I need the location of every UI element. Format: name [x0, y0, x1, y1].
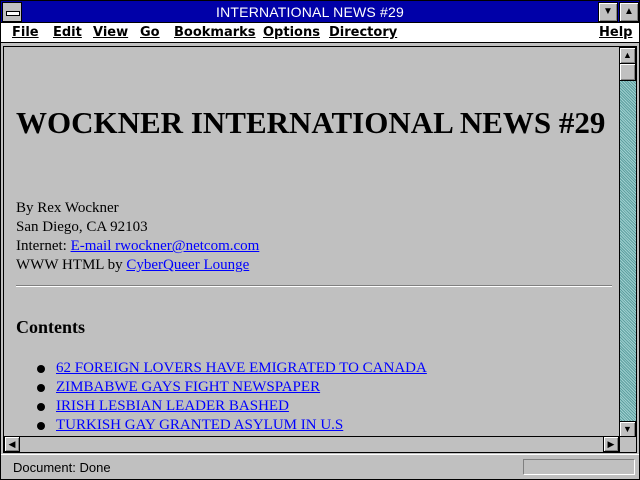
menu-help-label: Help	[599, 25, 633, 40]
vertical-scroll-thumb[interactable]	[619, 63, 636, 81]
internet-label: Internet:	[16, 238, 67, 254]
list-item: TURKISH GAY GRANTED ASYLUM IN U.S	[34, 416, 427, 435]
byline: By Rex Wockner San Diego, CA 92103 Inter…	[16, 199, 259, 275]
contents-link-1[interactable]: 62 FOREIGN LOVERS HAVE EMIGRATED TO CANA…	[56, 360, 427, 376]
divider	[16, 285, 612, 287]
menu-help[interactable]: Help	[599, 24, 632, 42]
contents-heading: Contents	[16, 317, 86, 337]
document-view: WOCKNER INTERNATIONAL NEWS #29 By Rex Wo…	[4, 47, 619, 438]
internet-line: Internet: E-mail rwockner@netcom.com	[16, 237, 259, 256]
window-title: INTERNATIONAL NEWS #29	[216, 4, 404, 20]
contents-link-2[interactable]: ZIMBABWE GAYS FIGHT NEWSPAPER	[56, 379, 320, 395]
menu-view[interactable]: View	[93, 24, 128, 42]
menu-options[interactable]: Options	[263, 24, 320, 42]
contents-link-4[interactable]: TURKISH GAY GRANTED ASYLUM IN U.S	[56, 417, 343, 433]
horizontal-scrollbar[interactable]: ◀ ▶	[4, 436, 619, 452]
browser-window: INTERNATIONAL NEWS #29 ▼ ▲ File Edit Vie…	[0, 0, 640, 480]
contents-list: 62 FOREIGN LOVERS HAVE EMIGRATED TO CANA…	[34, 359, 427, 435]
menu-edit-label: Edit	[53, 25, 82, 40]
author-line: By Rex Wockner	[16, 200, 119, 216]
title-bar[interactable]: INTERNATIONAL NEWS #29 ▼ ▲	[1, 1, 639, 23]
progress-indicator	[523, 459, 635, 475]
status-text: Document: Done	[13, 460, 111, 475]
vertical-scrollbar[interactable]: ▲ ▼	[619, 47, 636, 438]
menu-edit[interactable]: Edit	[53, 24, 82, 42]
status-bar: Document: Done	[1, 454, 639, 479]
list-item: IRISH LESBIAN LEADER BASHED	[34, 397, 427, 416]
scroll-right-icon[interactable]: ▶	[603, 436, 619, 452]
menu-file-label: File	[12, 25, 39, 40]
scrollbar-corner	[619, 436, 636, 452]
menu-bar: File Edit View Go Bookmarks Options Dire…	[1, 23, 639, 43]
list-item: ZIMBABWE GAYS FIGHT NEWSPAPER	[34, 378, 427, 397]
scroll-up-icon[interactable]: ▲	[619, 47, 636, 64]
www-label: WWW HTML by	[16, 257, 123, 273]
maximize-icon[interactable]: ▲	[619, 2, 639, 22]
page-title: WOCKNER INTERNATIONAL NEWS #29	[16, 105, 606, 140]
menu-bookmarks-label: Bookmarks	[174, 25, 256, 40]
list-item: 62 FOREIGN LOVERS HAVE EMIGRATED TO CANA…	[34, 359, 427, 378]
contents-link-3[interactable]: IRISH LESBIAN LEADER BASHED	[56, 398, 289, 414]
menu-directory[interactable]: Directory	[329, 24, 397, 42]
www-line: WWW HTML by CyberQueer Lounge	[16, 256, 259, 275]
scroll-left-icon[interactable]: ◀	[4, 436, 20, 452]
cyberqueer-link[interactable]: CyberQueer Lounge	[126, 257, 249, 273]
system-menu-icon[interactable]	[2, 2, 22, 22]
email-link[interactable]: E-mail rwockner@netcom.com	[71, 238, 260, 254]
menu-file[interactable]: File	[12, 24, 39, 42]
menu-options-label: Options	[263, 25, 320, 40]
menu-directory-label: Directory	[329, 25, 398, 40]
menu-view-label: View	[93, 25, 129, 40]
location-line: San Diego, CA 92103	[16, 219, 148, 235]
content-frame: WOCKNER INTERNATIONAL NEWS #29 By Rex Wo…	[3, 46, 637, 453]
menu-bookmarks[interactable]: Bookmarks	[174, 24, 256, 42]
menu-go-label: Go	[140, 25, 160, 40]
menu-go[interactable]: Go	[140, 24, 160, 42]
minimize-icon[interactable]: ▼	[598, 2, 618, 22]
